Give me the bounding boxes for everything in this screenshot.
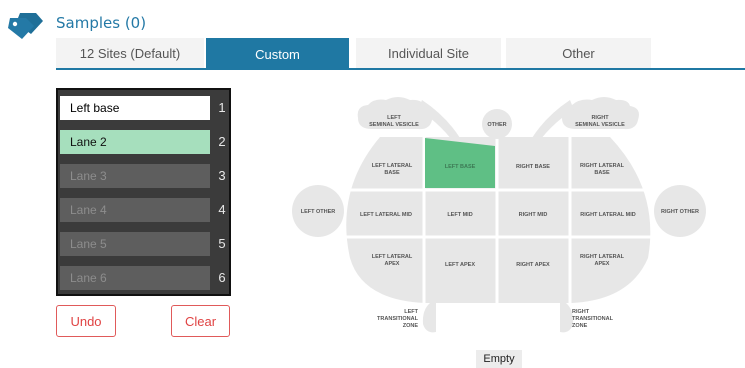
label-left-transitional-zone-1: LEFT	[404, 309, 418, 315]
label-right-lateral-mid: RIGHT LATERAL MID	[580, 212, 635, 218]
label-left-lateral-apex-1: LEFT LATERAL	[372, 254, 413, 260]
label-left-seminal-vesicle-1: LEFT	[387, 115, 401, 121]
label-right-transitional-zone-3: ZONE	[572, 323, 588, 329]
label-left-lateral-base-1: LEFT LATERAL	[372, 163, 413, 169]
label-left-seminal-vesicle-2: SEMINAL VESICLE	[369, 122, 419, 128]
label-left-transitional-zone-2: TRANSITIONAL	[377, 316, 419, 322]
label-right-transitional-zone-2: TRANSITIONAL	[572, 316, 614, 322]
label-right-seminal-vesicle-2: SEMINAL VESICLE	[575, 122, 625, 128]
label-left-lateral-apex-2: APEX	[385, 261, 400, 267]
label-right-other: RIGHT OTHER	[661, 209, 699, 215]
label-other: OTHER	[487, 122, 506, 128]
label-right-lateral-apex-2: APEX	[595, 261, 610, 267]
zone-left-base[interactable]	[425, 138, 495, 188]
label-left-transitional-zone-3: ZONE	[403, 323, 419, 329]
label-left-lateral-mid: LEFT LATERAL MID	[360, 212, 412, 218]
status-empty-label: Empty	[476, 350, 522, 368]
label-left-lateral-base-2: BASE	[384, 170, 400, 176]
label-right-seminal-vesicle-1: RIGHT	[591, 115, 609, 121]
label-right-lateral-apex-1: RIGHT LATERAL	[580, 254, 625, 260]
label-right-transitional-zone-1: RIGHT	[572, 309, 590, 315]
prostate-diagram: LEFT SEMINAL VESICLE RIGHT SEMINAL VESIC…	[292, 97, 706, 333]
label-left-apex: LEFT APEX	[445, 262, 475, 268]
label-left-other: LEFT OTHER	[301, 209, 336, 215]
label-right-base: RIGHT BASE	[516, 164, 550, 170]
label-left-base: LEFT BASE	[445, 164, 476, 170]
label-right-apex: RIGHT APEX	[516, 262, 550, 268]
label-right-lateral-base-1: RIGHT LATERAL	[580, 163, 625, 169]
label-right-mid: RIGHT MID	[519, 212, 548, 218]
label-right-lateral-base-2: BASE	[594, 170, 610, 176]
label-left-mid: LEFT MID	[447, 212, 472, 218]
zone-left-transitional[interactable]	[422, 303, 436, 333]
